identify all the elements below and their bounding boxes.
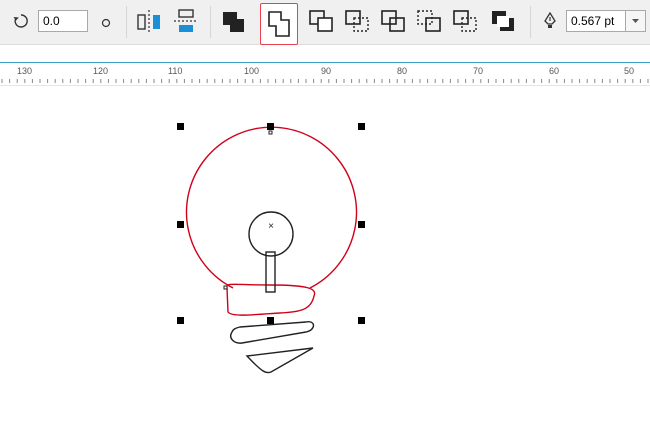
bulb-base[interactable] xyxy=(230,321,315,374)
ruler-label: 120 xyxy=(93,66,109,76)
ruler-label: 110 xyxy=(168,66,183,76)
outline-width-input[interactable]: 0.567 pt xyxy=(566,10,626,32)
handle-middle-right xyxy=(358,221,365,228)
intersect-button[interactable] xyxy=(342,6,374,38)
ruler-label: 100 xyxy=(244,66,260,76)
ruler-label: 50 xyxy=(624,66,635,76)
combine-button[interactable] xyxy=(218,6,250,38)
rotate-icon xyxy=(12,12,30,30)
mirror-vertical-button[interactable] xyxy=(170,6,202,38)
weld-button[interactable] xyxy=(260,3,298,45)
handle-bottom-center xyxy=(267,317,274,324)
mirror-horizontal-button[interactable] xyxy=(134,6,166,38)
back-minus-front-button[interactable] xyxy=(450,6,482,38)
property-bar: 0.0 0.567 pt xyxy=(0,0,650,45)
simplify-button[interactable] xyxy=(378,6,410,38)
ruler-label: 60 xyxy=(549,66,560,76)
node-markers[interactable] xyxy=(223,130,273,290)
handle-middle-left xyxy=(177,221,184,228)
chevron-down-icon xyxy=(632,19,639,23)
ruler-label: 80 xyxy=(397,66,408,76)
center-marker-icon: × xyxy=(268,221,274,232)
handle-top-right xyxy=(358,123,365,130)
drawing-canvas[interactable]: × xyxy=(0,86,650,426)
outline-pen-icon xyxy=(542,11,558,30)
handle-bottom-right xyxy=(358,317,365,324)
trim-button[interactable] xyxy=(306,6,338,38)
handle-bottom-left xyxy=(177,317,184,324)
handle-top-center xyxy=(267,123,274,130)
horizontal-ruler[interactable]: 130 120 110 100 90 80 70 60 50 xyxy=(0,62,650,86)
handle-top-left xyxy=(177,123,184,130)
outline-width-dropdown[interactable] xyxy=(626,10,646,32)
create-boundary-button[interactable] xyxy=(488,6,520,38)
ruler-label: 90 xyxy=(321,66,332,76)
front-minus-back-button[interactable] xyxy=(414,6,446,38)
rotation-angle-input[interactable]: 0.0 xyxy=(38,10,88,32)
ruler-label: 70 xyxy=(473,66,484,76)
ruler-label: 130 xyxy=(17,66,33,76)
degree-icon xyxy=(101,15,111,28)
